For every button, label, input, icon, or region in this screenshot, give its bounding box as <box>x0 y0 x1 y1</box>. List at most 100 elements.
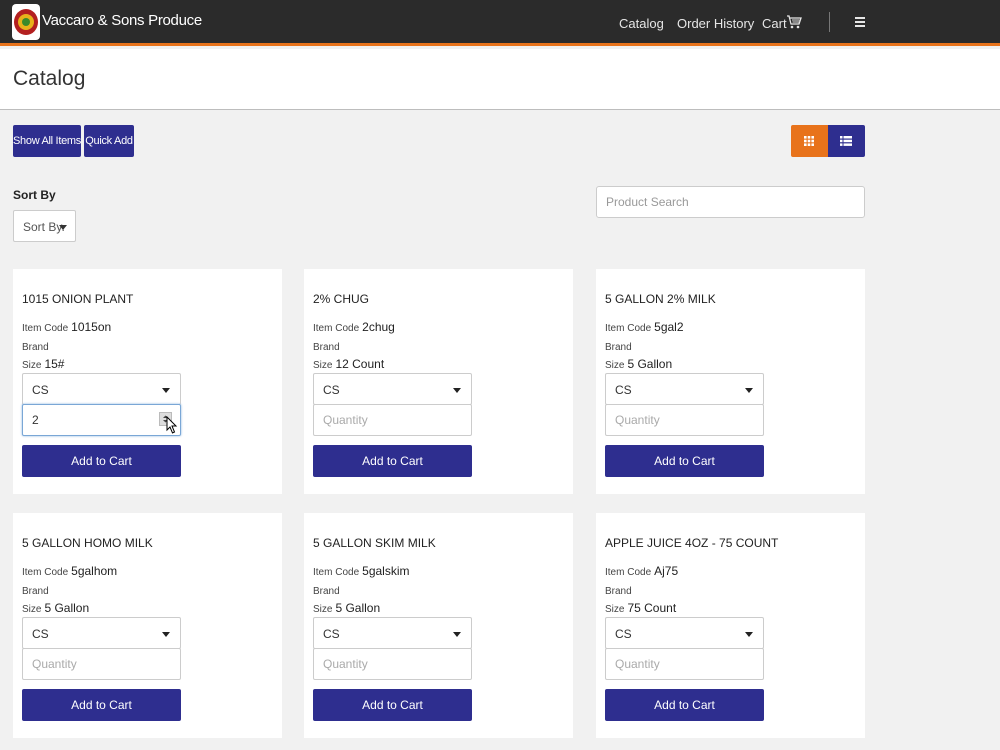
unit-value: CS <box>32 383 49 397</box>
company-logo[interactable] <box>12 4 40 40</box>
quick-add-button[interactable]: Quick Add <box>84 125 134 157</box>
item-code-label: Item Code <box>605 323 652 334</box>
product-card: APPLE JUICE 4OZ - 75 COUNT Item Code Aj75… <box>596 513 865 738</box>
brand-label: Brand <box>22 342 49 353</box>
size-value: 5 Gallon <box>44 601 90 615</box>
item-code-label: Item Code <box>313 567 360 578</box>
unit-dropdown[interactable]: CS <box>605 373 764 405</box>
quantity-input[interactable] <box>605 648 764 680</box>
item-code-row: Item Code Aj75 <box>605 564 678 578</box>
product-card: 5 GALLON HOMO MILK Item Code 5galhom Bran… <box>13 513 282 738</box>
brand-row: Brand <box>22 339 52 353</box>
cart-icon[interactable] <box>786 15 802 34</box>
product-name[interactable]: 5 GALLON 2% MILK <box>605 292 716 306</box>
product-name[interactable]: APPLE JUICE 4OZ - 75 COUNT <box>605 536 778 550</box>
product-name[interactable]: 1015 ONION PLANT <box>22 292 133 306</box>
brand-row: Brand <box>313 583 343 597</box>
nav-order-history[interactable]: Order History <box>677 16 754 31</box>
nav-divider <box>829 12 830 32</box>
product-card: 2% CHUG Item Code 2chug Brand Size 12 Coun… <box>304 269 573 494</box>
hamburger-menu-icon[interactable] <box>855 17 865 29</box>
brand-label: Brand <box>605 586 632 597</box>
product-name[interactable]: 5 GALLON HOMO MILK <box>22 536 153 550</box>
add-to-cart-button[interactable]: Add to Cart <box>605 445 764 477</box>
item-code-label: Item Code <box>313 323 360 334</box>
size-row: Size 15# <box>22 357 64 371</box>
brand-label: Brand <box>313 342 340 353</box>
size-label: Size <box>22 360 42 371</box>
item-code-value: 5galhom <box>71 564 118 578</box>
unit-dropdown[interactable]: CS <box>313 617 472 649</box>
item-code-row: Item Code 5galskim <box>313 564 410 578</box>
brand-row: Brand <box>313 339 343 353</box>
show-all-items-button[interactable]: Show All Items <box>13 125 81 157</box>
product-name[interactable]: 2% CHUG <box>313 292 369 306</box>
item-code-row: Item Code 1015on <box>22 320 111 334</box>
unit-dropdown[interactable]: CS <box>605 617 764 649</box>
size-label: Size <box>605 604 625 615</box>
brand-label: Brand <box>313 586 340 597</box>
quantity-input[interactable] <box>313 404 472 436</box>
brand-label: Brand <box>22 586 49 597</box>
quantity-input[interactable] <box>313 648 472 680</box>
size-value: 15# <box>44 357 65 371</box>
caret-down-icon <box>59 225 67 230</box>
item-code-label: Item Code <box>605 567 652 578</box>
unit-value: CS <box>323 627 340 641</box>
size-row: Size 5 Gallon <box>605 357 672 371</box>
list-view-button[interactable] <box>828 125 865 157</box>
size-value: 12 Count <box>335 357 385 371</box>
brand-row: Brand <box>605 583 635 597</box>
item-code-value: 5galskim <box>362 564 410 578</box>
size-row: Size 75 Count <box>605 601 676 615</box>
brand-row: Brand <box>605 339 635 353</box>
top-navbar: Vaccaro & Sons Produce Catalog Order His… <box>0 0 1000 46</box>
item-code-label: Item Code <box>22 567 69 578</box>
quantity-input[interactable] <box>22 648 181 680</box>
size-value: 75 Count <box>627 601 677 615</box>
item-code-value: 5gal2 <box>654 320 684 334</box>
size-value: 5 Gallon <box>335 601 381 615</box>
add-to-cart-button[interactable]: Add to Cart <box>313 445 472 477</box>
product-name[interactable]: 5 GALLON SKIM MILK <box>313 536 436 550</box>
unit-value: CS <box>323 383 340 397</box>
caret-down-icon <box>745 388 753 393</box>
item-code-label: Item Code <box>22 323 69 334</box>
grid-view-button[interactable] <box>791 125 828 157</box>
unit-value: CS <box>32 627 49 641</box>
caret-down-icon <box>162 388 170 393</box>
nav-cart[interactable]: Cart <box>762 16 787 31</box>
page-title: Catalog <box>13 67 86 90</box>
size-label: Size <box>22 604 42 615</box>
add-to-cart-button[interactable]: Add to Cart <box>605 689 764 721</box>
page-header: Catalog <box>0 49 1000 110</box>
unit-dropdown[interactable]: CS <box>313 373 472 405</box>
size-row: Size 5 Gallon <box>313 601 380 615</box>
size-label: Size <box>313 604 333 615</box>
brand-row: Brand <box>22 583 52 597</box>
caret-down-icon <box>453 632 461 637</box>
add-to-cart-button[interactable]: Add to Cart <box>22 689 181 721</box>
add-to-cart-button[interactable]: Add to Cart <box>22 445 181 477</box>
unit-dropdown[interactable]: CS <box>22 373 181 405</box>
size-label: Size <box>313 360 333 371</box>
item-code-row: Item Code 5galhom <box>22 564 117 578</box>
add-to-cart-button[interactable]: Add to Cart <box>313 689 472 721</box>
nav-catalog[interactable]: Catalog <box>619 16 664 31</box>
unit-value: CS <box>615 383 632 397</box>
brand-name[interactable]: Vaccaro & Sons Produce <box>42 12 202 29</box>
quantity-input[interactable] <box>22 404 181 436</box>
product-search-input[interactable] <box>596 186 865 218</box>
product-card: 5 GALLON SKIM MILK Item Code 5galskim Bra… <box>304 513 573 738</box>
caret-down-icon <box>162 632 170 637</box>
unit-value: CS <box>615 627 632 641</box>
unit-dropdown[interactable]: CS <box>22 617 181 649</box>
item-code-row: Item Code 2chug <box>313 320 395 334</box>
grid-view-icon <box>804 136 814 146</box>
product-card: 1015 ONION PLANT Item Code 1015on Brand S… <box>13 269 282 494</box>
quantity-input[interactable] <box>605 404 764 436</box>
size-value: 5 Gallon <box>627 357 673 371</box>
sort-by-dropdown[interactable]: Sort By. <box>13 210 76 242</box>
product-card: 5 GALLON 2% MILK Item Code 5gal2 Brand Si… <box>596 269 865 494</box>
mouse-cursor-icon <box>166 416 178 434</box>
